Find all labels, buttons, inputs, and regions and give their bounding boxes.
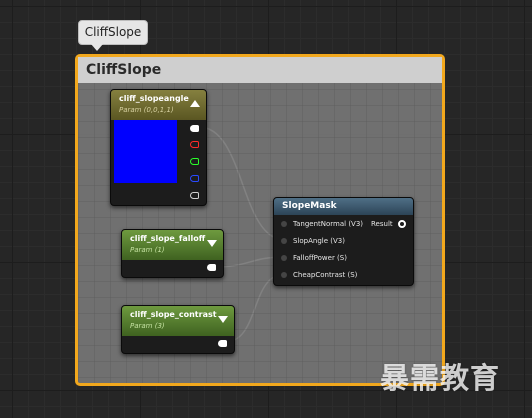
node-cliff-slope-contrast[interactable]: cliff_slope_contrast Param (3) <box>121 305 235 354</box>
color-preview-swatch <box>114 120 177 183</box>
input-pin-falloffpower[interactable] <box>281 255 287 261</box>
comment-title[interactable]: CliffSlope <box>78 57 442 83</box>
input-label-tangentnormal: TangentNormal (V3) <box>293 220 364 228</box>
output-pin[interactable] <box>207 264 216 271</box>
node-slopemask[interactable]: SlopeMask TangentNormal (V3) SlopAngle (… <box>273 197 414 286</box>
comment-bubble-text: CliffSlope <box>84 25 142 39</box>
input-pin-cheapcontrast[interactable] <box>281 272 287 278</box>
output-pin-result[interactable] <box>398 220 406 228</box>
node-cliff-slope-falloff[interactable]: cliff_slope_falloff Param (1) <box>121 229 224 278</box>
node-title: cliff_slope_contrast <box>130 310 217 319</box>
node-header[interactable]: cliff_slopeangle Param (0,0,1,1) <box>111 90 206 120</box>
input-pin-slopangle[interactable] <box>281 238 287 244</box>
node-title: cliff_slopeangle <box>119 94 189 103</box>
node-subtitle: Param (3) <box>130 322 165 330</box>
node-header[interactable]: SlopeMask <box>274 198 413 215</box>
output-pin[interactable] <box>218 340 227 347</box>
chevron-down-icon[interactable] <box>207 240 217 247</box>
input-label-falloffpower: FalloffPower (S) <box>293 254 347 262</box>
chevron-up-icon[interactable] <box>190 100 200 107</box>
output-pin-b[interactable] <box>190 175 199 182</box>
output-pin-rgba[interactable] <box>190 125 199 132</box>
chevron-down-icon[interactable] <box>218 316 228 323</box>
node-header[interactable]: cliff_slope_falloff Param (1) <box>122 230 223 260</box>
input-pin-tangentnormal[interactable] <box>281 221 287 227</box>
output-pin-a[interactable] <box>190 192 199 199</box>
input-label-cheapcontrast: CheapContrast (S) <box>293 271 358 279</box>
input-label-slopangle: SlopAngle (V3) <box>293 237 345 245</box>
output-label-result: Result <box>371 220 393 228</box>
node-title: cliff_slope_falloff <box>130 234 206 243</box>
node-subtitle: Param (1) <box>130 246 165 254</box>
watermark-text: 暴需教育 <box>380 361 501 395</box>
output-pin-r[interactable] <box>190 141 199 148</box>
node-subtitle: Param (0,0,1,1) <box>119 106 174 114</box>
node-header[interactable]: cliff_slope_contrast Param (3) <box>122 306 234 336</box>
comment-bubble[interactable]: CliffSlope <box>78 20 148 51</box>
output-pin-g[interactable] <box>190 158 199 165</box>
node-title: SlopeMask <box>282 201 337 211</box>
node-cliff-slopeangle[interactable]: cliff_slopeangle Param (0,0,1,1) <box>110 89 207 206</box>
